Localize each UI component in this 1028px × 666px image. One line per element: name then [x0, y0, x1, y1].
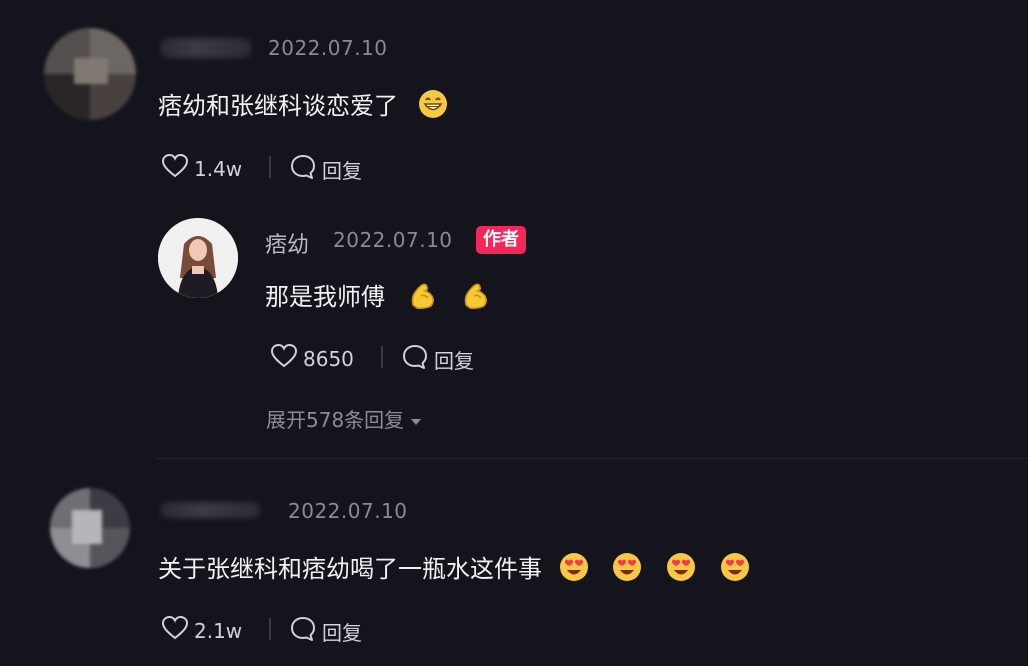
speech-bubble-icon — [402, 344, 428, 375]
heart-icon — [161, 153, 189, 183]
heart-eyes-face-icon — [611, 551, 643, 589]
comment-separator — [156, 458, 1028, 459]
caret-down-icon — [410, 407, 422, 431]
like-button[interactable]: 2.1w — [161, 615, 243, 645]
reply-reply-button[interactable]: 回复 — [402, 344, 474, 375]
like-button[interactable]: 1.4w — [161, 153, 243, 183]
reply-button[interactable]: 回复 — [290, 616, 362, 647]
commenter-avatar[interactable] — [44, 28, 136, 120]
flexed-arm-icon — [460, 279, 492, 317]
grinning-face-icon — [418, 89, 448, 125]
reply-label: 回复 — [322, 621, 362, 645]
reply-like-button[interactable]: 8650 — [270, 343, 354, 373]
reply-date: 2022.07.10 — [333, 228, 453, 252]
like-count: 1.4w — [194, 156, 243, 181]
comment-text: 关于张继科和痞幼喝了一瓶水这件事 — [158, 549, 751, 589]
action-divider — [381, 346, 383, 368]
heart-eyes-face-icon — [665, 551, 697, 589]
commenter-avatar[interactable] — [50, 488, 130, 568]
speech-bubble-icon — [290, 154, 316, 185]
reply-button[interactable]: 回复 — [290, 154, 362, 185]
username-blurred[interactable] — [160, 38, 252, 58]
reply-text: 那是我师傅 — [265, 277, 492, 317]
reply-like-count: 8650 — [303, 346, 354, 371]
comment-text-body: 痞幼和张继科谈恋爱了 — [158, 92, 398, 120]
comment-date: 2022.07.10 — [268, 36, 388, 60]
reply-label: 回复 — [434, 349, 474, 373]
author-avatar[interactable] — [158, 218, 238, 298]
like-count: 2.1w — [194, 618, 243, 643]
heart-eyes-face-icon — [719, 551, 751, 589]
username-blurred[interactable] — [160, 502, 260, 518]
heart-icon — [270, 343, 298, 373]
expand-replies-button[interactable]: 展开578条回复 — [266, 404, 422, 433]
action-divider — [269, 618, 271, 640]
reply-text-body: 那是我师傅 — [265, 283, 385, 311]
author-username[interactable]: 痞幼 — [265, 227, 309, 259]
comment-date: 2022.07.10 — [288, 499, 408, 523]
reply-label: 回复 — [322, 159, 362, 183]
speech-bubble-icon — [290, 616, 316, 647]
comment-text: 痞幼和张继科谈恋爱了 — [158, 86, 448, 125]
heart-icon — [161, 615, 189, 645]
expand-replies-label: 展开578条回复 — [266, 408, 405, 432]
action-divider — [269, 156, 271, 178]
author-badge: 作者 — [476, 226, 526, 254]
heart-eyes-face-icon — [558, 551, 590, 589]
comment-text-body: 关于张继科和痞幼喝了一瓶水这件事 — [158, 555, 542, 583]
flexed-arm-icon — [407, 279, 439, 317]
